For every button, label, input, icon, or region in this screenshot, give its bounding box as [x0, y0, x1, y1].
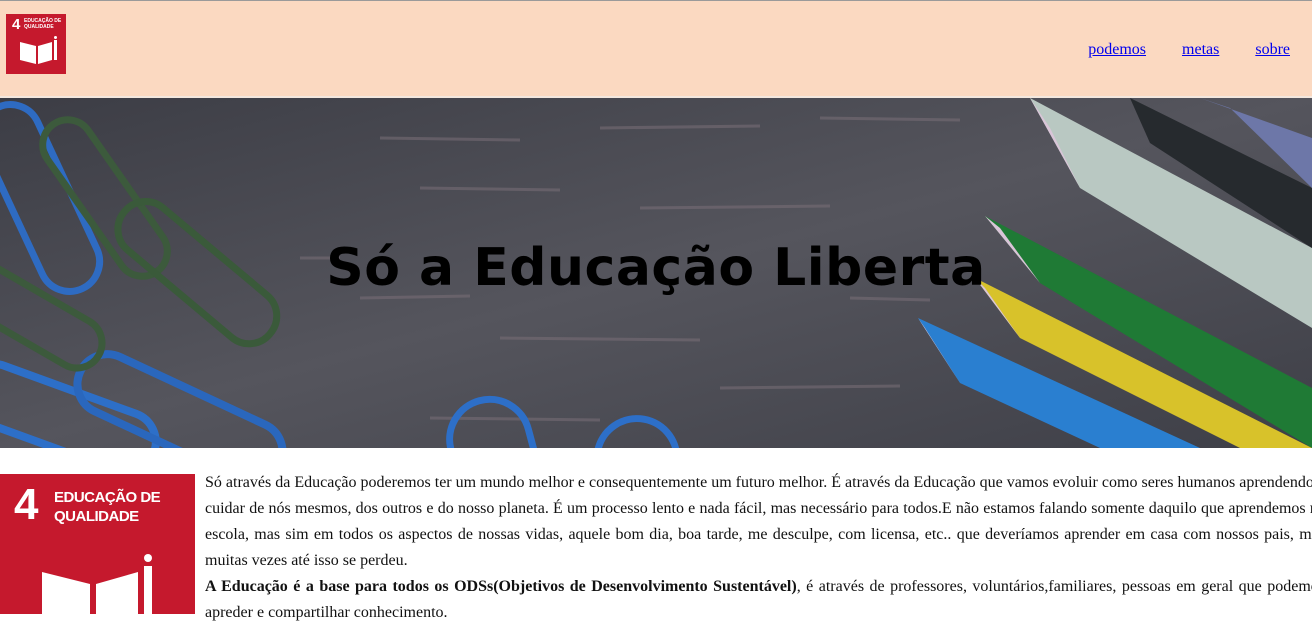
main-nav: podemos metas sobre: [1056, 41, 1290, 59]
logo-number: 4: [12, 16, 21, 33]
hero-banner: Só a Educação Liberta: [0, 98, 1312, 448]
sdg-card-title-line2: QUALIDADE: [54, 508, 139, 525]
intro-text: Só através da Educação poderemos ter um …: [205, 470, 1312, 626]
sdg-card-number: 4: [14, 480, 39, 529]
intro-paragraph-2-bold: A Educação é a base para todos os ODSs(O…: [205, 578, 797, 595]
intro-paragraph-1: Só através da Educação poderemos ter um …: [205, 474, 1312, 569]
book-icon: [20, 36, 57, 64]
site-header: 4 EDUCAÇÃO DE QUALIDADE podemos metas so…: [0, 1, 1312, 98]
hero-title: Só a Educação Liberta: [326, 238, 986, 298]
sdg4-logo[interactable]: 4 EDUCAÇÃO DE QUALIDADE: [6, 14, 66, 74]
nav-link-metas[interactable]: metas: [1182, 41, 1219, 58]
sdg4-card-image: 4 EDUCAÇÃO DE QUALIDADE: [0, 474, 195, 614]
sdg-card-title-line1: EDUCAÇÃO DE: [54, 489, 161, 506]
nav-link-podemos[interactable]: podemos: [1088, 41, 1146, 58]
book-icon: [42, 554, 152, 614]
nav-link-sobre[interactable]: sobre: [1255, 41, 1290, 58]
intro-paragraph-2: A Educação é a base para todos os ODSs(O…: [205, 574, 1312, 626]
sdg-card-title: EDUCAÇÃO DE QUALIDADE: [54, 488, 161, 526]
logo-text: EDUCAÇÃO DE QUALIDADE: [24, 18, 62, 30]
